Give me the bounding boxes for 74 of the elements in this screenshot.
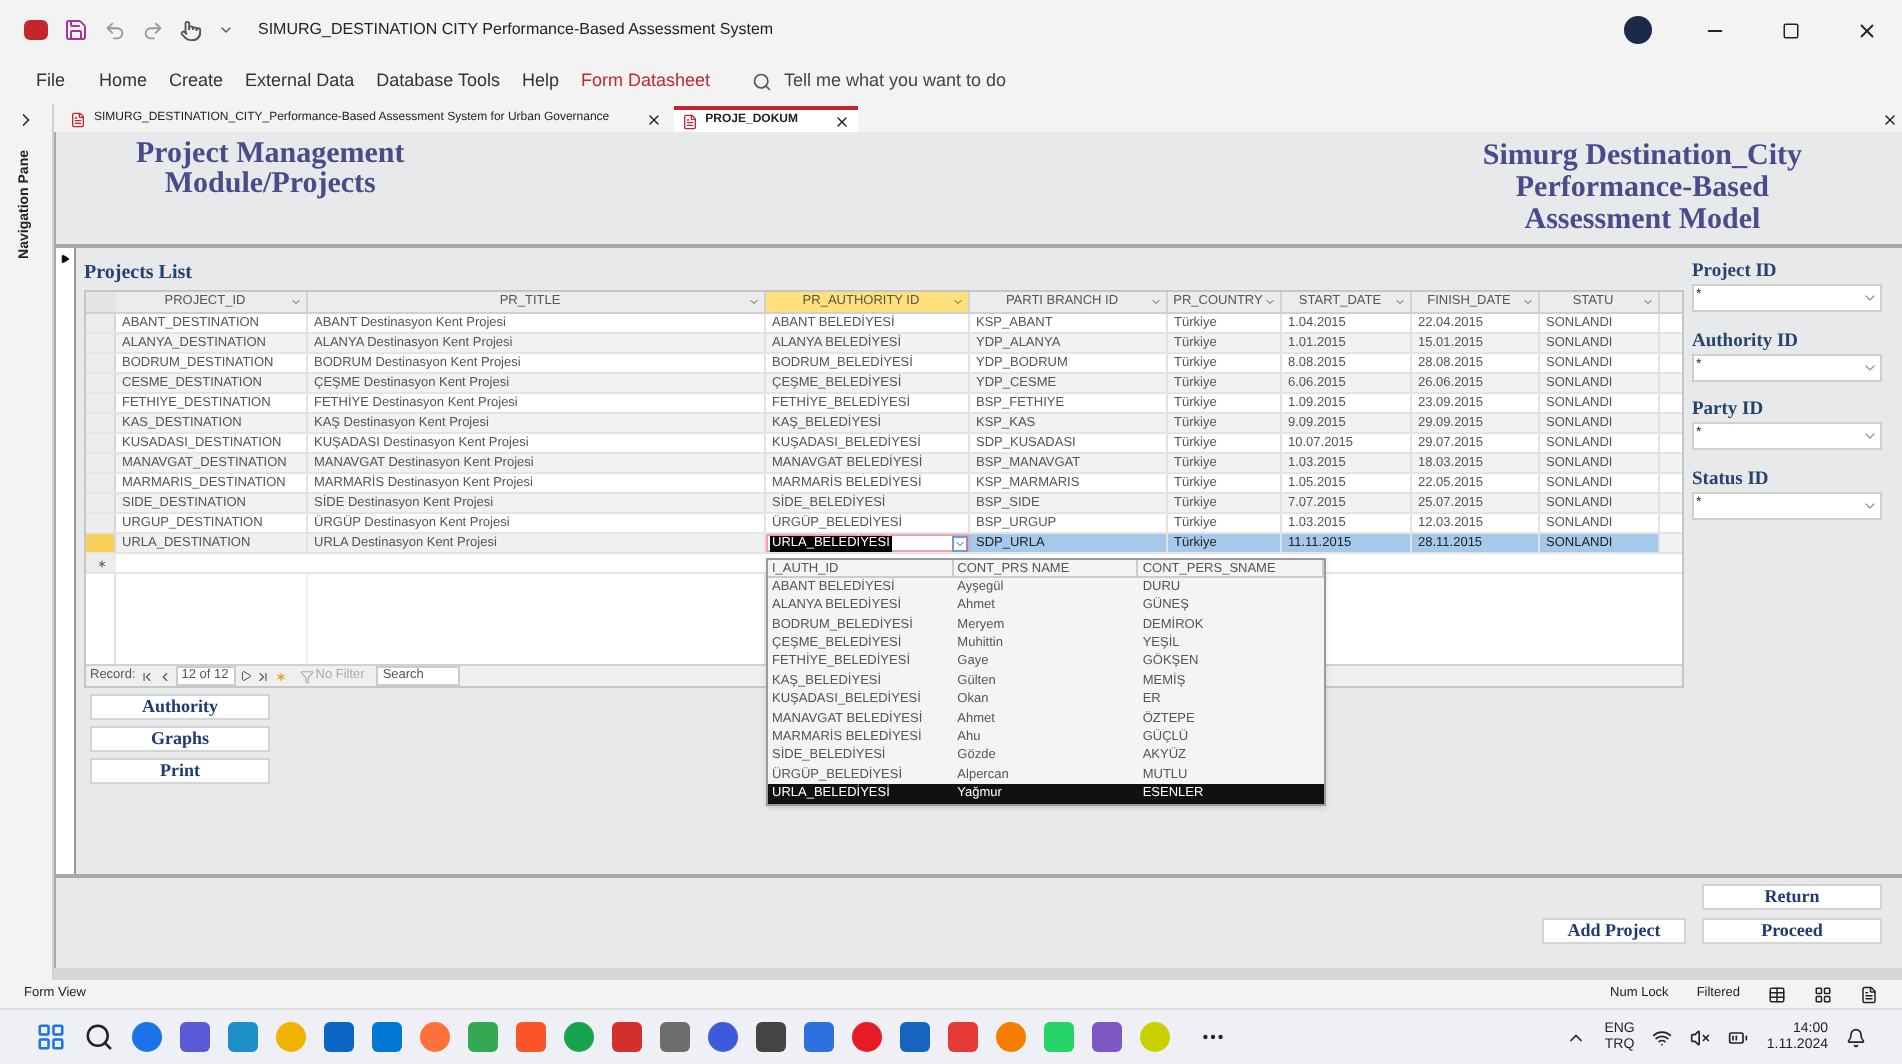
- search-icon: [752, 72, 772, 92]
- design-view-icon[interactable]: [1860, 985, 1878, 1003]
- app-icon[interactable]: [324, 1022, 354, 1052]
- app-icon[interactable]: [660, 1022, 690, 1052]
- current-record-icon: [60, 254, 70, 264]
- app-icon[interactable]: [708, 1022, 738, 1052]
- windows-start-icon[interactable]: [36, 1022, 66, 1052]
- menu-tab[interactable]: Database Tools: [376, 68, 500, 96]
- app-icon[interactable]: [804, 1022, 834, 1052]
- wifi-icon[interactable]: [1652, 1027, 1673, 1047]
- tell-me-field[interactable]: Tell me what you want to do: [752, 68, 1064, 96]
- form-icon: [70, 111, 86, 127]
- form-button[interactable]: Return: [1702, 884, 1882, 910]
- app-icon[interactable]: [132, 1022, 162, 1052]
- search-icon[interactable]: [84, 1022, 114, 1052]
- form-button[interactable]: Print: [90, 758, 270, 784]
- app-icon[interactable]: [1092, 1022, 1122, 1052]
- app-icon[interactable]: [756, 1022, 786, 1052]
- form-icon: [681, 113, 698, 129]
- form-title: Project Management: [136, 140, 405, 170]
- new-row-selector[interactable]: [86, 554, 116, 572]
- last-record-icon[interactable]: [255, 669, 270, 683]
- maximize-icon[interactable]: [1782, 21, 1800, 39]
- form-view-icon[interactable]: [1768, 985, 1786, 1003]
- battery-icon[interactable]: [1728, 1027, 1749, 1047]
- close-tab-icon[interactable]: [645, 111, 662, 127]
- app-icon[interactable]: [612, 1022, 642, 1052]
- filter-label: Authority ID: [1692, 329, 1801, 353]
- muted-speaker-icon[interactable]: [1690, 1027, 1711, 1047]
- form-button[interactable]: Authority: [90, 694, 270, 720]
- menu-tab[interactable]: Create: [169, 68, 224, 96]
- undo-icon[interactable]: [104, 19, 126, 41]
- next-record-icon[interactable]: [239, 670, 252, 682]
- new-record-icon: [95, 557, 107, 569]
- app-icon[interactable]: [180, 1022, 210, 1052]
- first-record-icon[interactable]: [139, 669, 154, 683]
- redo-icon[interactable]: [142, 19, 164, 41]
- close-tab-icon[interactable]: [834, 113, 850, 129]
- app-icon[interactable]: [852, 1022, 882, 1052]
- app-icon[interactable]: [948, 1022, 978, 1052]
- new-record-icon[interactable]: [273, 669, 288, 683]
- menu-tab[interactable]: File: [36, 68, 66, 96]
- model-title: Performance-Based: [1515, 172, 1770, 204]
- customize-toolbar-icon[interactable]: [218, 22, 234, 38]
- app-icon[interactable]: [372, 1022, 402, 1052]
- menu-tab[interactable]: External Data: [245, 68, 355, 96]
- previous-record-icon[interactable]: [157, 669, 172, 683]
- dropdown-arrow-icon[interactable]: [952, 535, 968, 551]
- close-icon[interactable]: [1856, 19, 1878, 41]
- menu-tab[interactable]: Home: [99, 68, 148, 96]
- save-icon[interactable]: [64, 18, 88, 42]
- model-title: Simurg Destination_City: [1482, 140, 1802, 172]
- form-button[interactable]: Add Project: [1542, 918, 1686, 944]
- menu-tab[interactable]: Form Datasheet: [580, 68, 710, 96]
- window-title: SIMURG_DESTINATION CITY Performance-Based Assessment System: [258, 18, 774, 42]
- close-icon[interactable]: [1882, 112, 1898, 128]
- horizontal-scrollbar[interactable]: [54, 968, 1902, 980]
- filter-icon: [299, 669, 314, 683]
- avatar-icon[interactable]: [1624, 16, 1652, 44]
- form-button[interactable]: Graphs: [90, 726, 270, 752]
- model-title: Assessment Model: [1524, 204, 1761, 236]
- app-icon[interactable]: [900, 1022, 930, 1052]
- form-button[interactable]: Proceed: [1702, 918, 1882, 944]
- record-selector[interactable]: [56, 248, 76, 874]
- touch-mode-icon[interactable]: [180, 19, 202, 41]
- filter-label: Project ID: [1692, 260, 1779, 284]
- datasheet-view-icon[interactable]: [1814, 985, 1832, 1003]
- filter-label: Status ID: [1692, 467, 1771, 491]
- app-logo-icon: [24, 20, 48, 40]
- section-heading: Projects List: [84, 260, 194, 288]
- form-title: Module/Projects: [164, 170, 376, 200]
- notification-icon[interactable]: [1846, 1027, 1866, 1047]
- menu-tab[interactable]: Help: [521, 68, 559, 96]
- filter-label: Party ID: [1692, 398, 1766, 422]
